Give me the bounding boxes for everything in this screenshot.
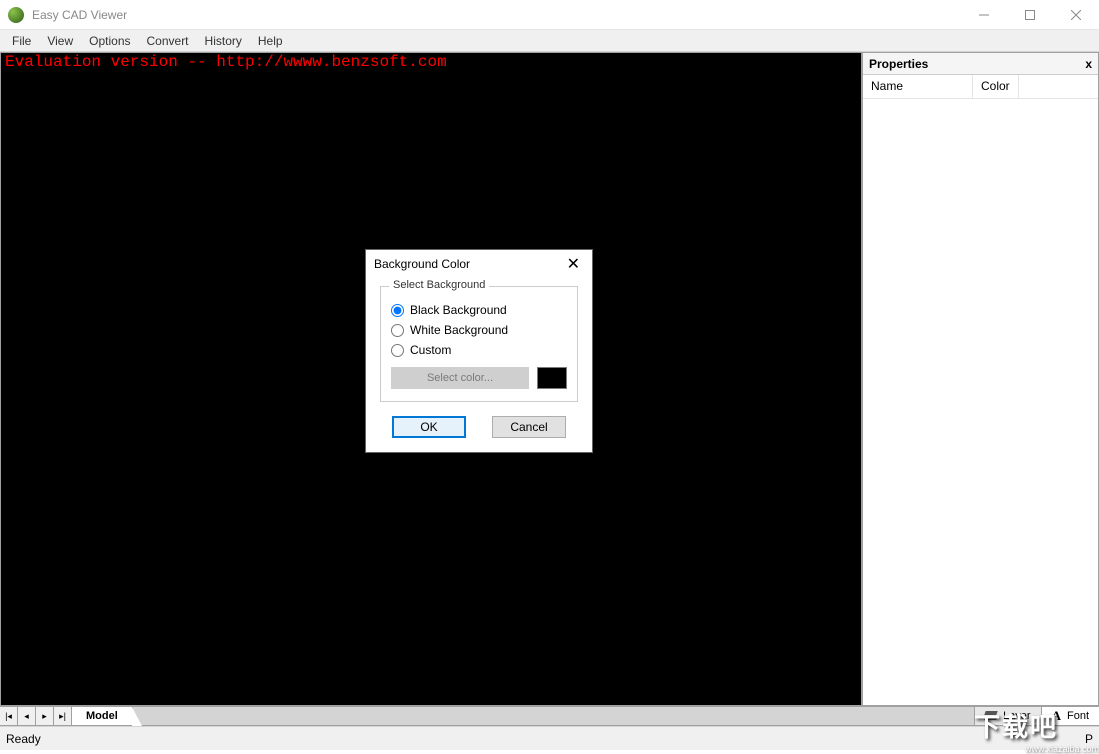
ok-button[interactable]: OK xyxy=(392,416,466,438)
close-button[interactable] xyxy=(1053,0,1099,30)
radio-black-input[interactable] xyxy=(391,304,404,317)
radio-white-background[interactable]: White Background xyxy=(391,323,567,337)
tab-font[interactable]: A Font xyxy=(1041,707,1099,725)
cancel-button[interactable]: Cancel xyxy=(492,416,566,438)
tab-layer-label: Layer xyxy=(1003,710,1031,722)
tabs-row: |◂ ◂ ▸ ▸| Model Layer A Font xyxy=(0,706,1099,726)
radio-black-background[interactable]: Black Background xyxy=(391,303,567,317)
status-ready: Ready xyxy=(6,732,41,746)
radio-custom-input[interactable] xyxy=(391,344,404,357)
maximize-button[interactable] xyxy=(1007,0,1053,30)
properties-title: Properties xyxy=(869,57,928,71)
title-bar: Easy CAD Viewer xyxy=(0,0,1099,30)
tab-nav-last[interactable]: ▸| xyxy=(54,707,72,725)
radio-custom-background[interactable]: Custom xyxy=(391,343,567,357)
menu-view[interactable]: View xyxy=(39,31,81,51)
menu-options[interactable]: Options xyxy=(81,31,138,51)
tab-nav-prev[interactable]: ◂ xyxy=(18,707,36,725)
properties-panel: Properties x Name Color xyxy=(862,52,1099,706)
tab-nav-first[interactable]: |◂ xyxy=(0,707,18,725)
app-icon xyxy=(8,7,24,23)
group-caption: Select Background xyxy=(389,279,489,291)
menu-bar: File View Options Convert History Help xyxy=(0,30,1099,52)
dialog-close-icon[interactable]: ✕ xyxy=(563,254,584,274)
radio-black-label: Black Background xyxy=(410,303,507,317)
radio-custom-label: Custom xyxy=(410,343,451,357)
status-bar: Ready P xyxy=(0,726,1099,750)
properties-close-icon[interactable]: x xyxy=(1085,57,1092,71)
menu-file[interactable]: File xyxy=(4,31,39,51)
app-title: Easy CAD Viewer xyxy=(32,8,127,22)
tab-model-label: Model xyxy=(86,710,118,722)
background-color-dialog: Background Color ✕ Select Background Bla… xyxy=(365,249,593,453)
font-icon: A xyxy=(1052,708,1061,724)
select-color-button: Select color... xyxy=(391,367,529,389)
tab-nav-next[interactable]: ▸ xyxy=(36,707,54,725)
dialog-title: Background Color xyxy=(374,257,470,271)
menu-history[interactable]: History xyxy=(197,31,250,51)
minimize-button[interactable] xyxy=(961,0,1007,30)
radio-white-label: White Background xyxy=(410,323,508,337)
color-swatch xyxy=(537,367,567,389)
tab-model[interactable]: Model xyxy=(72,707,133,725)
menu-help[interactable]: Help xyxy=(250,31,291,51)
layers-icon xyxy=(985,711,997,721)
properties-column-name[interactable]: Name xyxy=(863,75,973,98)
select-background-group: Select Background Black Background White… xyxy=(380,286,578,402)
status-p: P xyxy=(1085,732,1093,746)
menu-convert[interactable]: Convert xyxy=(139,31,197,51)
properties-column-color[interactable]: Color xyxy=(973,75,1019,98)
tab-font-label: Font xyxy=(1067,710,1089,722)
radio-white-input[interactable] xyxy=(391,324,404,337)
tabs-track xyxy=(133,707,974,725)
tab-layer[interactable]: Layer xyxy=(974,707,1041,725)
evaluation-notice: Evaluation version -- http://wwww.benzso… xyxy=(1,53,451,71)
